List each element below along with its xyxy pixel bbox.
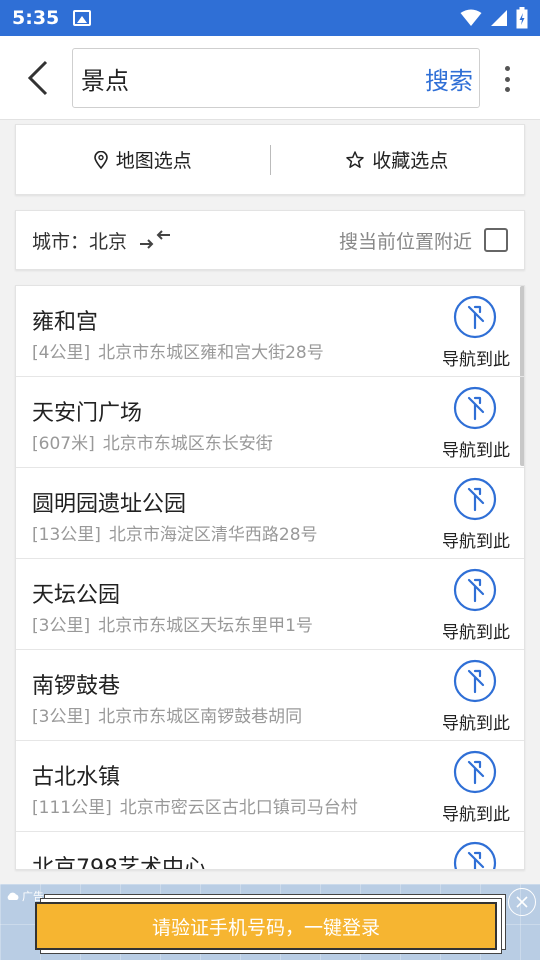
navigate-here-button[interactable]	[438, 841, 514, 869]
city-bar: 城市：北京 搜当前位置附近	[15, 210, 525, 270]
place-address: 北京市东城区雍和宫大街28号	[98, 343, 324, 363]
results-list[interactable]: 雍和宫 [4公里] 北京市东城区雍和宫大街28号 导航到此 天安门广场 [607米] 北京市…	[15, 285, 525, 870]
place-name: 北京798艺术中心	[32, 856, 206, 870]
nearby-search-label: 搜当前位置附近	[338, 230, 472, 253]
navigate-arrow-icon	[453, 841, 497, 869]
place-distance: [111公里]	[32, 798, 112, 818]
signal-icon	[491, 10, 507, 26]
navigate-here-button[interactable]: 导航到此	[438, 477, 514, 553]
place-info: [13公里] 北京市海淀区清华西路28号	[32, 520, 318, 545]
navigate-here-label: 导航到此	[442, 714, 510, 734]
search-field[interactable]: 景点 搜索	[72, 48, 480, 108]
location-pin-icon	[93, 150, 108, 169]
cloud-icon	[7, 892, 19, 900]
image-notification-icon	[73, 10, 92, 26]
back-button[interactable]	[18, 56, 58, 100]
navigate-here-label: 导航到此	[442, 350, 510, 370]
status-icons	[460, 7, 528, 29]
place-distance: [3公里]	[32, 707, 91, 727]
navigate-here-button[interactable]: 导航到此	[438, 386, 514, 462]
place-name: 天安门广场	[32, 401, 143, 426]
place-info: [3公里] 北京市东城区南锣鼓巷胡同	[32, 702, 302, 727]
navigate-here-button[interactable]: 导航到此	[438, 750, 514, 826]
navigate-here-label: 导航到此	[442, 805, 510, 825]
place-name: 雍和宫	[32, 310, 99, 335]
navigate-arrow-icon	[453, 477, 497, 521]
battery-icon	[516, 7, 528, 29]
status-bar: 5:35	[0, 0, 540, 36]
wifi-icon	[460, 9, 482, 26]
nearby-checkbox[interactable]	[484, 228, 508, 252]
verify-phone-login-button[interactable]: 请验证手机号码，一键登录	[35, 902, 497, 950]
star-icon	[346, 150, 364, 168]
place-info: [3公里] 北京市东城区天坛东里甲1号	[32, 611, 313, 636]
close-icon	[516, 896, 528, 908]
place-address: 北京市东城区东长安街	[102, 434, 273, 454]
list-item[interactable]: 天坛公园 [3公里] 北京市东城区天坛东里甲1号 导航到此	[16, 559, 524, 650]
ad-close-button[interactable]	[508, 888, 536, 916]
list-item[interactable]: 古北水镇 [111公里] 北京市密云区古北口镇司马台村 导航到此	[16, 741, 524, 832]
more-options-button[interactable]	[497, 64, 517, 94]
map-pick-button[interactable]: 地图选点	[16, 125, 270, 194]
place-name: 天坛公园	[32, 583, 121, 608]
swap-arrows-icon	[140, 230, 171, 249]
search-button[interactable]: 搜索	[425, 61, 473, 96]
navigate-here-label: 导航到此	[442, 532, 510, 552]
list-item[interactable]: 南锣鼓巷 [3公里] 北京市东城区南锣鼓巷胡同 导航到此	[16, 650, 524, 741]
place-info: [111公里] 北京市密云区古北口镇司马台村	[32, 793, 358, 818]
chevron-left-icon	[27, 60, 48, 96]
map-pick-label: 地图选点	[115, 150, 192, 172]
place-address: 北京市东城区天坛东里甲1号	[98, 616, 313, 636]
place-name: 南锣鼓巷	[32, 674, 121, 699]
navigate-here-label: 导航到此	[442, 623, 510, 643]
city-label: 城市：北京	[32, 230, 128, 253]
navigate-arrow-icon	[453, 568, 497, 612]
navigate-here-button[interactable]: 导航到此	[438, 659, 514, 735]
place-distance: [607米]	[32, 434, 95, 454]
favorite-pick-button[interactable]: 收藏选点	[271, 125, 525, 194]
place-name: 古北水镇	[32, 765, 121, 790]
switch-city-button[interactable]	[139, 229, 171, 251]
more-dot-icon	[504, 87, 510, 92]
more-dot-icon	[504, 66, 510, 71]
place-info: [4公里] 北京市东城区雍和宫大街28号	[32, 338, 324, 363]
navigate-here-button[interactable]: 导航到此	[438, 295, 514, 371]
place-distance: [4公里]	[32, 343, 91, 363]
place-distance: [13公里]	[32, 525, 101, 545]
search-input[interactable]: 景点	[81, 61, 425, 96]
place-info: [607米] 北京市东城区东长安街	[32, 429, 273, 454]
navigate-here-label: 导航到此	[442, 441, 510, 461]
place-distance: [3公里]	[32, 616, 91, 636]
navigate-arrow-icon	[453, 750, 497, 794]
favorite-pick-label: 收藏选点	[372, 150, 449, 172]
list-item[interactable]: 北京798艺术中心	[16, 832, 524, 870]
place-address: 北京市东城区南锣鼓巷胡同	[98, 707, 303, 727]
navigate-here-button[interactable]: 导航到此	[438, 568, 514, 644]
list-item[interactable]: 雍和宫 [4公里] 北京市东城区雍和宫大街28号 导航到此	[16, 286, 524, 377]
list-item[interactable]: 圆明园遗址公园 [13公里] 北京市海淀区清华西路28号 导航到此	[16, 468, 524, 559]
place-address: 北京市海淀区清华西路28号	[108, 525, 318, 545]
ad-banner[interactable]: 广告 请验证手机号码，一键登录	[0, 884, 540, 960]
toolbar: 景点 搜索	[0, 36, 540, 120]
place-address: 北京市密云区古北口镇司马台村	[119, 798, 358, 818]
more-dot-icon	[504, 76, 510, 82]
navigate-arrow-icon	[453, 386, 497, 430]
navigate-arrow-icon	[453, 659, 497, 703]
navigate-arrow-icon	[453, 295, 497, 339]
list-item[interactable]: 天安门广场 [607米] 北京市东城区东长安街 导航到此	[16, 377, 524, 468]
status-time: 5:35	[12, 7, 60, 29]
place-name: 圆明园遗址公园	[32, 492, 187, 517]
pick-options-card: 地图选点 收藏选点	[15, 124, 525, 195]
